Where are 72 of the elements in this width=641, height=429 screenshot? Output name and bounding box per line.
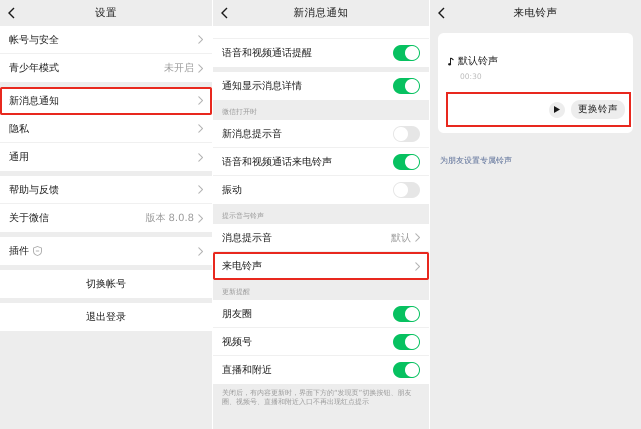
settings-row[interactable]: 帐号与安全	[0, 26, 212, 54]
screen-title: 新消息通知	[294, 6, 348, 20]
row-label: 通用	[9, 150, 30, 164]
settings-row[interactable]: 通知显示消息详情	[213, 72, 429, 100]
chevron-icon	[198, 64, 203, 72]
back-icon[interactable]	[221, 7, 228, 19]
chevron-icon	[198, 124, 203, 133]
shield-icon	[33, 246, 42, 256]
row-label: 新消息通知	[9, 94, 60, 108]
row-value: 默认	[391, 232, 411, 244]
row-value: 版本 8.0.8	[145, 212, 194, 225]
row-label: 新消息提示音	[222, 128, 283, 140]
settings-row[interactable]: 消息提示音 默认	[213, 224, 429, 252]
settings-row[interactable]: 插件	[0, 237, 212, 265]
settings-row[interactable]: 帮助与反馈	[0, 176, 212, 204]
screen-title: 来电铃声	[514, 6, 558, 20]
row-label: 直播和附近	[222, 364, 273, 377]
row-label: 消息提示音	[222, 232, 273, 244]
ringtone-name: 默认铃声	[458, 54, 498, 68]
row-label: 语音和视频通话提醒	[222, 46, 313, 60]
row-label: 隐私	[9, 122, 30, 136]
action-button[interactable]: 退出登录	[0, 303, 212, 331]
row-label: 视频号	[222, 336, 253, 348]
settings-row[interactable]: 直播和附近	[213, 356, 429, 384]
play-button[interactable]	[549, 102, 565, 118]
row-value: 未开启	[164, 62, 194, 75]
settings-row[interactable]: 通用	[0, 143, 212, 171]
row-label: 通知显示消息详情	[222, 80, 303, 93]
music-note-icon	[448, 56, 454, 66]
settings-row[interactable]: 新消息提示音	[213, 120, 429, 148]
chevron-icon	[198, 35, 203, 44]
row-label: 关于微信	[9, 212, 50, 225]
settings-row[interactable]: 视频号	[213, 328, 429, 356]
row-label: 帐号与安全	[9, 34, 60, 46]
toggle-switch[interactable]	[393, 306, 420, 322]
settings-row[interactable]: 关于微信 版本 8.0.8	[0, 204, 212, 232]
toggle-switch[interactable]	[393, 78, 420, 94]
toggle-switch[interactable]	[393, 45, 420, 61]
action-button[interactable]: 切换帐号	[0, 270, 212, 298]
chevron-icon	[198, 214, 203, 222]
chevron-icon	[198, 96, 203, 105]
settings-row[interactable]: 语音和视频通话提醒	[213, 39, 429, 67]
row-label: 语音和视频通话来电铃声	[222, 156, 333, 168]
back-icon[interactable]	[8, 7, 15, 19]
settings-row[interactable]: 新消息通知	[0, 87, 212, 115]
row-label: 青少年模式	[9, 62, 60, 75]
toggle-switch[interactable]	[393, 126, 420, 142]
chevron-icon	[415, 262, 420, 270]
row-label: 帮助与反馈	[9, 184, 60, 196]
ringtone-link[interactable]: 为朋友设置专属铃声	[440, 156, 512, 165]
settings-row[interactable]: 朋友圈	[213, 300, 429, 328]
chevron-icon	[198, 185, 203, 194]
settings-row[interactable]: 青少年模式 未开启	[0, 54, 212, 82]
toggle-switch[interactable]	[393, 182, 420, 198]
screen-title: 设置	[95, 6, 117, 20]
settings-row[interactable]: 来电铃声	[213, 252, 429, 280]
row-label: 来电铃声	[222, 260, 263, 273]
settings-row[interactable]: 振动	[213, 176, 429, 204]
row-label: 朋友圈	[222, 308, 253, 320]
toggle-switch[interactable]	[393, 334, 420, 350]
toggle-switch[interactable]	[393, 362, 420, 378]
chevron-icon	[415, 233, 420, 242]
chevron-icon	[198, 246, 203, 256]
back-icon[interactable]	[438, 7, 445, 19]
settings-row[interactable]: 语音和视频通话来电铃声	[213, 148, 429, 176]
row-label: 振动	[222, 184, 243, 197]
toggle-switch[interactable]	[393, 154, 420, 170]
settings-row[interactable]: 隐私	[0, 115, 212, 143]
row-label: 插件	[9, 245, 29, 258]
chevron-icon	[198, 152, 203, 162]
change-ringtone-button[interactable]: 更换铃声	[571, 100, 625, 119]
play-icon	[554, 106, 560, 113]
